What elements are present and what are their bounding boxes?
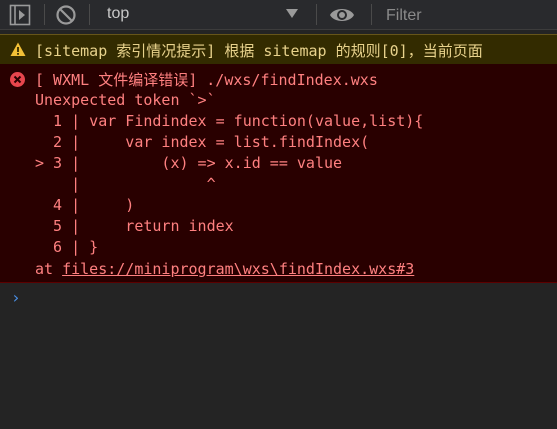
filter-input[interactable] bbox=[380, 1, 556, 30]
console-prompt-icon[interactable]: › bbox=[11, 288, 21, 307]
toolbar-divider bbox=[89, 4, 90, 25]
console-toolbar: top bbox=[0, 0, 557, 30]
code-line-caret: | ^ bbox=[35, 175, 216, 193]
sidebar-toggle-icon[interactable] bbox=[9, 4, 31, 26]
source-link[interactable]: files://miniprogram\wxs\findIndex.wxs#3 bbox=[62, 260, 414, 278]
eye-icon[interactable] bbox=[329, 4, 355, 26]
code-line: 2 | var index = list.findIndex( bbox=[35, 133, 370, 151]
error-header: [ WXML 文件编译错误] ./wxs/findIndex.wxs bbox=[35, 71, 378, 89]
context-label: top bbox=[107, 5, 130, 22]
code-line: 6 | } bbox=[35, 238, 99, 256]
error-message-text: Unexpected token `>` bbox=[35, 91, 216, 109]
context-selector[interactable]: top bbox=[98, 0, 308, 29]
warning-message: [sitemap 索引情况提示] 根据 sitemap 的规则[0]，当前页面 bbox=[0, 34, 557, 65]
code-line: 5 | return index bbox=[35, 217, 234, 235]
warning-text: [sitemap 索引情况提示] 根据 sitemap 的规则[0]，当前页面 bbox=[35, 42, 483, 60]
code-line: 4 | ) bbox=[35, 196, 135, 214]
filter-box bbox=[380, 0, 557, 30]
stack-at-prefix: at bbox=[35, 260, 63, 278]
toolbar-divider bbox=[371, 4, 372, 25]
toolbar-divider bbox=[44, 4, 45, 25]
warning-icon bbox=[10, 42, 26, 56]
clear-console-icon[interactable] bbox=[55, 4, 77, 26]
stack-trace: at files://miniprogram\wxs\findIndex.wxs… bbox=[35, 260, 414, 278]
error-icon bbox=[10, 72, 25, 87]
error-message: [ WXML 文件编译错误] ./wxs/findIndex.wxs Unexp… bbox=[0, 64, 557, 283]
chevron-down-icon bbox=[286, 9, 298, 18]
code-line-error: > 3 | (x) => x.id == value bbox=[35, 154, 343, 172]
toolbar-divider bbox=[316, 4, 317, 25]
code-line: 1 | var Findindex = function(value,list)… bbox=[35, 112, 424, 130]
